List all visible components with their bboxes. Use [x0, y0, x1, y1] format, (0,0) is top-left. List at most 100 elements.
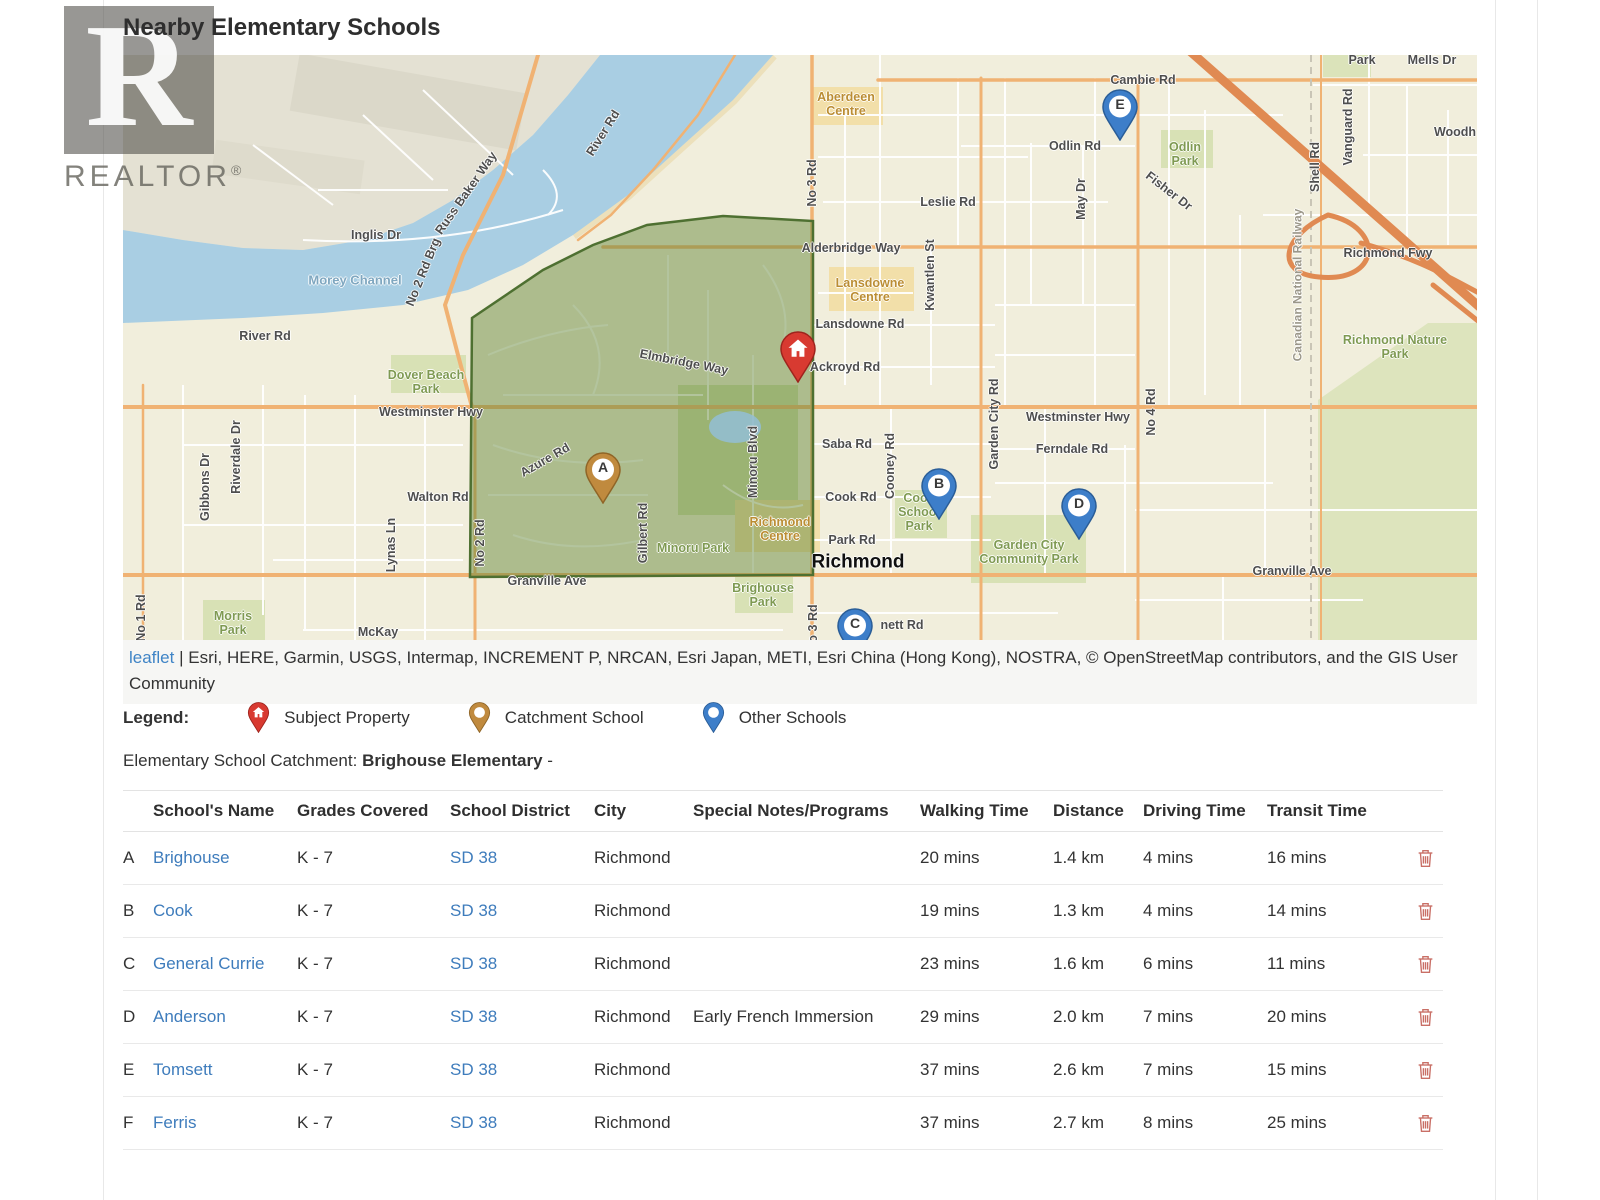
- map-label-shell-rd: Shell Rd: [1308, 142, 1322, 192]
- row-letter: D: [123, 1007, 153, 1027]
- map-label-gilbert-rd: Gilbert Rd: [636, 503, 650, 563]
- map-label-kwantlen-st: Kwantlen St: [923, 239, 937, 311]
- subject-property-pin-icon: [247, 702, 270, 733]
- delete-school-button[interactable]: [1415, 1059, 1436, 1082]
- table-row-a: A Brighouse K - 7 SD 38 Richmond 20 mins…: [123, 832, 1443, 885]
- city-value: Richmond: [594, 1113, 693, 1133]
- delete-school-button[interactable]: [1415, 1112, 1436, 1135]
- school-district-link[interactable]: SD 38: [450, 954, 497, 973]
- delete-school-button[interactable]: [1415, 1006, 1436, 1029]
- row-letter: E: [123, 1060, 153, 1080]
- distance-value: 2.7 km: [1053, 1113, 1143, 1133]
- distance-value: 1.6 km: [1053, 954, 1143, 974]
- school-marker-d[interactable]: D: [1060, 488, 1098, 540]
- walking-time-value: 29 mins: [920, 1007, 1053, 1027]
- page-right-border: [1537, 0, 1538, 1200]
- subject-property-marker[interactable]: [779, 331, 817, 383]
- transit-time-value: 20 mins: [1267, 1007, 1408, 1027]
- map-label-canadian-national-railway: Canadian National Railway: [1291, 209, 1304, 362]
- map-label-leslie-rd: Leslie Rd: [920, 195, 976, 209]
- map-label-odlin-rd: Odlin Rd: [1049, 139, 1101, 153]
- school-district-link[interactable]: SD 38: [450, 1007, 497, 1026]
- catchment-school-pin-icon: [468, 702, 491, 733]
- school-name-link[interactable]: General Currie: [153, 954, 265, 973]
- school-district-link[interactable]: SD 38: [450, 901, 497, 920]
- map-label-morey-channel: Morey Channel: [308, 274, 401, 289]
- grades-covered-value: K - 7: [297, 954, 450, 974]
- map-label-ferndale-rd: Ferndale Rd: [1036, 442, 1108, 456]
- grades-covered-value: K - 7: [297, 1007, 450, 1027]
- map-label-no-2-rd: No 2 Rd: [473, 519, 487, 566]
- school-name-link[interactable]: Cook: [153, 901, 193, 920]
- map-label-walton-rd: Walton Rd: [407, 490, 468, 504]
- map-label-cooney-rd: Cooney Rd: [883, 433, 897, 499]
- map-label-odlin-park: Odlin Park: [1163, 140, 1207, 168]
- attribution-credits: Esri, HERE, Garmin, USGS, Intermap, INCR…: [129, 648, 1458, 693]
- map-label-lansdowne-centre: Lansdowne Centre: [822, 276, 918, 304]
- legend-item-subject-property: Subject Property: [247, 702, 410, 733]
- delete-school-button[interactable]: [1415, 900, 1436, 923]
- map-label-inglis-dr: Inglis Dr: [351, 228, 401, 242]
- table-row-c: C General Currie K - 7 SD 38 Richmond 23…: [123, 938, 1443, 991]
- school-district-link[interactable]: SD 38: [450, 848, 497, 867]
- map-label-park-rd: Park Rd: [828, 533, 875, 547]
- school-name-link[interactable]: Brighouse: [153, 848, 230, 867]
- trash-icon: [1417, 1114, 1434, 1133]
- map-legend: Legend: Subject Property Catchment Schoo…: [123, 702, 904, 733]
- table-row-b: B Cook K - 7 SD 38 Richmond 19 mins 1.3 …: [123, 885, 1443, 938]
- card-right-border: [1495, 0, 1496, 1200]
- header-walking-time: Walking Time: [920, 801, 1053, 821]
- map-label-lynas-ln: Lynas Ln: [384, 518, 398, 572]
- school-marker-c[interactable]: C: [836, 608, 874, 640]
- school-district-link[interactable]: SD 38: [450, 1060, 497, 1079]
- header-grades-covered: Grades Covered: [297, 801, 450, 821]
- delete-school-button[interactable]: [1415, 953, 1436, 976]
- map-label-mells-dr: Mells Dr: [1408, 55, 1457, 67]
- trash-icon: [1417, 902, 1434, 921]
- schools-table: School's Name Grades Covered School Dist…: [123, 790, 1443, 1150]
- catchment-school-name: Brighouse Elementary: [362, 751, 542, 770]
- city-value: Richmond: [594, 1060, 693, 1080]
- distance-value: 2.6 km: [1053, 1060, 1143, 1080]
- table-header-row: School's Name Grades Covered School Dist…: [123, 790, 1443, 832]
- map-label-gibbons-dr: Gibbons Dr: [198, 453, 212, 521]
- distance-value: 2.0 km: [1053, 1007, 1143, 1027]
- school-name-link[interactable]: Tomsett: [153, 1060, 213, 1079]
- driving-time-value: 4 mins: [1143, 848, 1267, 868]
- driving-time-value: 4 mins: [1143, 901, 1267, 921]
- legend-item-other-schools: Other Schools: [702, 702, 847, 733]
- map-label-no-3-rd: No 3 Rd: [806, 604, 820, 640]
- map-label-nett-rd: nett Rd: [880, 618, 923, 632]
- map-label-alderbridge-way: Alderbridge Way: [802, 241, 901, 255]
- school-district-link[interactable]: SD 38: [450, 1113, 497, 1132]
- leaflet-link[interactable]: leaflet: [129, 648, 174, 667]
- school-marker-a[interactable]: A: [584, 452, 622, 504]
- walking-time-value: 23 mins: [920, 954, 1053, 974]
- map-label-morris-park: Morris Park: [208, 609, 258, 637]
- schools-map[interactable]: Park Mells Dr Cambie Rd Odlin Rd Odlin Park S…: [123, 55, 1477, 640]
- trash-icon: [1417, 955, 1434, 974]
- transit-time-value: 14 mins: [1267, 901, 1408, 921]
- map-label-cambie-rd: Cambie Rd: [1110, 73, 1175, 87]
- map-label-riverdale-dr: Riverdale Dr: [229, 420, 243, 494]
- school-marker-e[interactable]: E: [1101, 89, 1139, 141]
- delete-school-button[interactable]: [1415, 847, 1436, 870]
- driving-time-value: 7 mins: [1143, 1007, 1267, 1027]
- school-name-link[interactable]: Anderson: [153, 1007, 226, 1026]
- school-marker-b[interactable]: B: [920, 468, 958, 520]
- transit-time-value: 25 mins: [1267, 1113, 1408, 1133]
- map-label-aberdeen-centre: Aberdeen Centre: [804, 90, 888, 118]
- page: Nearby Elementary Schools R REALTOR®: [0, 0, 1600, 1200]
- map-label-westminster-hwy: Westminster Hwy: [379, 405, 483, 419]
- map-label-richmond-fwy: Richmond Fwy: [1344, 246, 1433, 260]
- map-label-ackroyd-rd: Ackroyd Rd: [810, 360, 880, 374]
- city-value: Richmond: [594, 901, 693, 921]
- map-label-park: Park: [1348, 55, 1375, 67]
- table-row-e: E Tomsett K - 7 SD 38 Richmond 37 mins 2…: [123, 1044, 1443, 1097]
- walking-time-value: 20 mins: [920, 848, 1053, 868]
- catchment-summary: Elementary School Catchment: Brighouse E…: [123, 751, 553, 771]
- map-label-no-4-rd: No 4 Rd: [1144, 388, 1158, 435]
- school-name-link[interactable]: Ferris: [153, 1113, 196, 1132]
- special-notes-value: Early French Immersion: [693, 1007, 920, 1027]
- header-distance: Distance: [1053, 801, 1143, 821]
